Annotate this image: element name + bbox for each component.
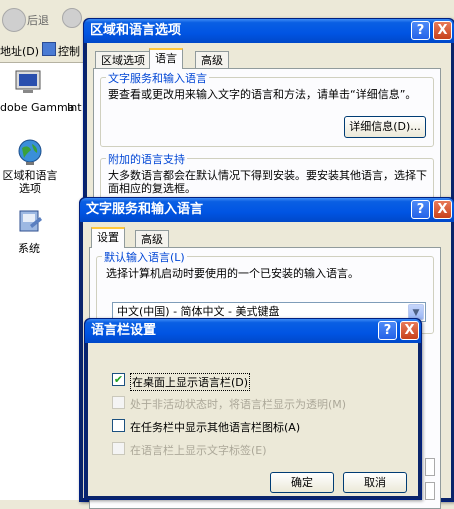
- adobe-gamma-label[interactable]: dobe Gamma: [0, 101, 74, 114]
- help-icon[interactable]: ?: [411, 200, 430, 219]
- show-additional-icons-checkbox[interactable]: [112, 419, 125, 432]
- hidden-button-edge: [425, 482, 435, 500]
- control-panel-icon: [42, 42, 56, 56]
- close-icon[interactable]: X: [433, 21, 452, 40]
- default-input-language-description: 选择计算机启动时要使用的一个已安装的输入语言。: [106, 267, 359, 280]
- close-icon[interactable]: X: [433, 200, 452, 219]
- hidden-button-edge: [425, 458, 435, 476]
- show-text-labels-checkbox: [112, 442, 125, 455]
- show-language-bar-checkbox[interactable]: ✔: [112, 373, 125, 386]
- details-button[interactable]: 详细信息(D)...: [344, 116, 426, 138]
- supplemental-language-group-title: 附加的语言支持: [106, 151, 187, 167]
- help-icon[interactable]: ?: [378, 321, 397, 340]
- help-icon[interactable]: ?: [411, 21, 430, 40]
- ok-button[interactable]: 确定: [270, 472, 334, 493]
- text-services-title: 文字服务和输入语言: [86, 202, 204, 217]
- adobe-gamma-icon[interactable]: [14, 68, 42, 99]
- system-label[interactable]: 系统: [18, 240, 40, 256]
- language-bar-titlebar[interactable]: 语言栏设置 ? X: [85, 319, 421, 343]
- text-services-titlebar[interactable]: 文字服务和输入语言 ? X: [80, 198, 454, 222]
- default-input-language-title: 默认输入语言(L): [102, 249, 187, 265]
- text-services-group-title: 文字服务和输入语言: [106, 70, 209, 86]
- address-value[interactable]: 控制: [58, 43, 80, 59]
- tab-settings[interactable]: 设置: [91, 227, 125, 248]
- tab-advanced[interactable]: 高级: [195, 51, 229, 69]
- language-bar-title: 语言栏设置: [91, 323, 157, 338]
- show-additional-icons-label[interactable]: 在任务栏中显示其他语言栏图标(A): [130, 419, 300, 435]
- regional-dialog-title: 区域和语言选项: [90, 23, 182, 38]
- language-bar-client: ✔ 在桌面上显示语言栏(D) 处于非活动状态时，将语言栏显示为透明(M) 在任务…: [88, 343, 418, 496]
- address-label: 地址(D): [0, 45, 40, 58]
- regional-language-label[interactable]: 区域和语言选项: [0, 169, 62, 195]
- language-bar-settings-dialog: 语言栏设置 ? X ✔ 在桌面上显示语言栏(D) 处于非活动状态时，将语言栏显示…: [84, 318, 422, 500]
- default-input-language-value: 中文(中国) - 简体中文 - 美式键盘: [117, 305, 280, 318]
- system-icon[interactable]: [16, 207, 44, 238]
- close-icon[interactable]: X: [400, 321, 419, 340]
- tab-regional-options[interactable]: 区域选项: [95, 51, 151, 69]
- back-icon[interactable]: [2, 8, 26, 32]
- back-button-label[interactable]: 后退: [27, 12, 49, 28]
- cancel-button[interactable]: 取消: [343, 472, 407, 493]
- tab-advanced-text-services[interactable]: 高级: [135, 230, 169, 248]
- transparent-language-bar-checkbox: [112, 396, 125, 409]
- regional-dialog-titlebar[interactable]: 区域和语言选项 ? X: [84, 19, 454, 43]
- show-text-labels-label: 在语言栏上显示文字标签(E): [130, 444, 267, 457]
- show-language-bar-label[interactable]: 在桌面上显示语言栏(D): [130, 373, 251, 391]
- internet-options-label[interactable]: Int: [67, 101, 82, 114]
- tab-languages[interactable]: 语言: [149, 48, 183, 69]
- text-services-description: 要查看或更改用来输入文字的语言和方法，请单击“详细信息”。: [108, 88, 417, 101]
- transparent-language-bar-label: 处于非活动状态时，将语言栏显示为透明(M): [130, 398, 347, 411]
- supplemental-language-description: 大多数语言都会在默认情况下得到安装。要安装其他语言，选择下面相应的复选框。: [108, 169, 427, 195]
- globe-icon[interactable]: [16, 138, 44, 169]
- forward-icon[interactable]: [62, 8, 82, 28]
